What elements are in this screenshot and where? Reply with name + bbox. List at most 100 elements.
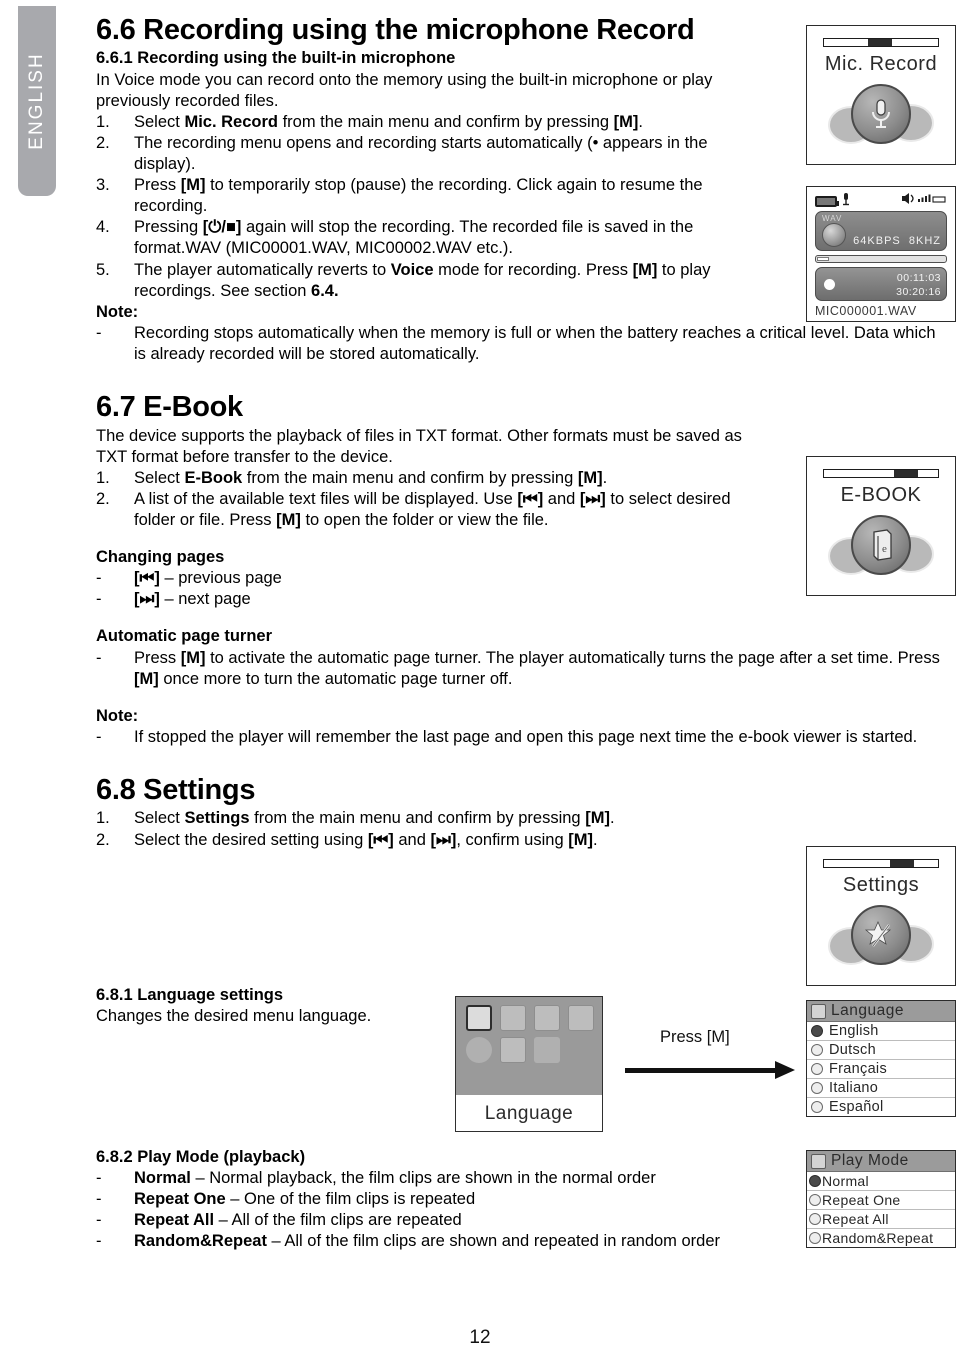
radio-icon[interactable] [809, 1232, 821, 1244]
list-item[interactable]: Italiano [807, 1079, 955, 1098]
list-item[interactable]: Español [807, 1098, 955, 1116]
status-bar [815, 192, 947, 210]
section-heading-6-7: 6.7 E-Book [96, 391, 243, 424]
svg-text:e: e [882, 543, 887, 555]
list-item[interactable]: Repeat All [807, 1210, 955, 1229]
play-mode-term: Repeat One [134, 1190, 226, 1209]
list-item: 2. A list of the available text files wi… [96, 489, 766, 531]
list-item-text: Normal – Normal playback, the film clips… [134, 1168, 856, 1189]
stop-icon: ■ [225, 218, 236, 237]
list-item[interactable]: Random&Repeat [807, 1229, 955, 1247]
file-info-band: WAV 64KBPS 8KHZ [815, 211, 947, 251]
list-item-label: English [829, 1023, 879, 1039]
language-menu-thumbnail: Language [455, 996, 603, 1132]
language-list-screenshot: Language English Dutsch Français Italian… [806, 1000, 956, 1117]
memory-menu-icon [500, 1037, 526, 1063]
language-icon [811, 1003, 826, 1019]
list-marker: 2. [96, 133, 110, 152]
list-item: 4. Pressing [⏻/■] again will stop the re… [96, 217, 766, 259]
mic-record-intro: In Voice mode you can record onto the me… [96, 70, 713, 110]
radio-icon[interactable] [809, 1194, 821, 1206]
exit-arrow-icon [534, 1037, 560, 1063]
list-item[interactable]: Repeat One [807, 1191, 955, 1210]
subsection-heading-6-8-2: 6.8.2 Play Mode (playback) [96, 1148, 306, 1166]
settings-menu-screenshot: Settings [806, 846, 956, 986]
list-item-text: Select Mic. Record from the main menu an… [134, 112, 643, 131]
menu-position-bar [823, 469, 939, 478]
play-mode-desc: – All of the film clips are shown and re… [266, 1232, 721, 1251]
list-marker: - [96, 323, 102, 342]
list-item: - Press [M] to activate the automatic pa… [96, 648, 941, 690]
list-item[interactable]: Dutsch [807, 1041, 955, 1060]
play-mode-desc: – Normal playback, the film clips are sh… [190, 1169, 656, 1188]
list-marker: - [96, 727, 102, 746]
note-item: - If stopped the player will remember th… [96, 727, 941, 748]
list-item: 1. Select Settings from the main menu an… [96, 808, 766, 829]
radio-icon[interactable] [811, 1063, 823, 1075]
list-marker: 1. [96, 112, 110, 131]
total-time: 30:20:16 [896, 286, 941, 299]
ebook-icon-stage: e [822, 511, 940, 583]
mic-record-menu-title: Mic. Record [824, 53, 938, 75]
volume-icon [901, 192, 947, 210]
list-item-text: Random&Repeat – All of the film clips ar… [134, 1231, 856, 1252]
list-marker: - [96, 590, 102, 609]
list-item: 2. The recording menu opens and recordin… [96, 133, 766, 175]
radio-icon[interactable] [809, 1175, 821, 1187]
recording-filename: MIC000001.WAV [815, 304, 917, 318]
menu-position-bar [823, 859, 939, 868]
radio-icon[interactable] [811, 1101, 823, 1113]
list-item-text: A list of the available text files will … [134, 489, 731, 530]
music-menu-icon [500, 1005, 526, 1031]
ebook-menu-title: E-BOOK [840, 484, 922, 506]
list-marker: - [96, 1232, 102, 1251]
play-mode-desc: – All of the film clips are repeated [214, 1211, 462, 1230]
battery-icon [815, 195, 839, 207]
list-item: 5. The player automatically reverts to V… [96, 260, 766, 302]
radio-icon[interactable] [809, 1213, 821, 1225]
list-item: 1. Select E-Book from the main menu and … [96, 468, 766, 489]
list-marker: 1. [96, 468, 110, 487]
radio-icon[interactable] [811, 1044, 823, 1056]
list-item: 2. Select the desired setting using [⏮] … [96, 830, 766, 851]
note-label: Note: [96, 706, 139, 725]
list-marker: - [96, 1211, 102, 1230]
list-marker: 4. [96, 218, 110, 237]
list-item: - Repeat One – One of the film clips is … [96, 1189, 856, 1210]
star-wand-icon [851, 905, 911, 965]
list-item-text: Select E-Book from the main menu and con… [134, 468, 608, 487]
globe-menu-icon [534, 1005, 560, 1031]
menu-position-bar [823, 38, 939, 47]
radio-icon[interactable] [811, 1025, 823, 1037]
list-item-label: Italiano [829, 1080, 879, 1096]
time-band: 00:11:03 30:20:16 [815, 267, 947, 301]
list-item[interactable]: Normal [807, 1172, 955, 1191]
settings-icon-stage [822, 901, 940, 973]
prev-track-icon: ⏮ [139, 569, 155, 588]
list-item-text: Press [M] to activate the automatic page… [134, 648, 940, 688]
note-item-text: If stopped the player will remember the … [134, 727, 918, 746]
list-item[interactable]: Français [807, 1060, 955, 1079]
format-tag: WAV [822, 214, 843, 223]
language-menu-icon [466, 1005, 492, 1031]
ebook-menu-screenshot: E-BOOK e [806, 456, 956, 596]
list-item: - Random&Repeat – All of the film clips … [96, 1231, 856, 1252]
next-track-icon: ⏭ [435, 830, 451, 849]
settings-menu-title: Settings [842, 874, 920, 896]
list-item: - Repeat All – All of the film clips are… [96, 1210, 856, 1231]
list-item[interactable]: English [807, 1022, 955, 1041]
list-marker: 2. [96, 489, 110, 508]
radio-icon[interactable] [811, 1082, 823, 1094]
language-edge-tab-label: ENGLISH [26, 52, 47, 150]
play-mode-list-header: Play Mode [807, 1151, 955, 1172]
main-menu-icon-grid [456, 997, 602, 1095]
page-number: 12 [469, 1327, 491, 1348]
power-icon: ⏻ [208, 218, 222, 237]
disc-menu-icon [466, 1037, 492, 1063]
play-mode-desc: – One of the film clips is repeated [225, 1190, 476, 1209]
language-list-header: Language [807, 1001, 955, 1022]
list-item-label: Random&Repeat [822, 1230, 934, 1246]
list-marker: - [96, 1169, 102, 1188]
list-marker: - [96, 648, 102, 667]
microphone-icon [851, 84, 911, 144]
